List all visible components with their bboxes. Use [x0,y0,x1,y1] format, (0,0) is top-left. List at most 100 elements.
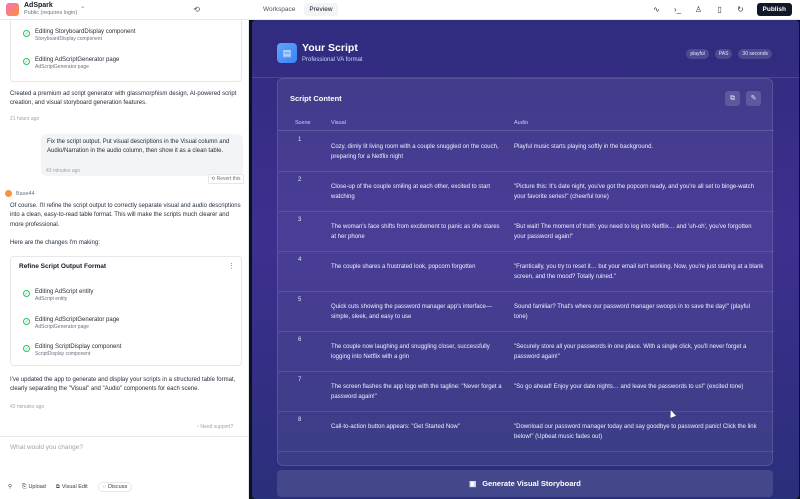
user-message-text: Fix the script output. Put visual descri… [47,139,230,155]
scene-number: 2 [298,177,302,183]
visual-cell: The screen flashes the app logo with the… [331,384,502,401]
script-content-heading: Script Content [290,94,342,103]
audio-cell: "Securely store all your passwords in on… [514,344,747,361]
visual-cell: Close-up of the couple smiling at each o… [331,184,491,201]
more-icon[interactable]: ⋮ [228,262,235,270]
app-switcher[interactable]: AdSpark Public (requires login) ⌄ ⟲ [0,2,248,16]
publish-button[interactable]: Publish [756,3,792,16]
column-header-visual: Visual [331,120,346,126]
audio-cell: "Download our password manager today and… [514,424,757,441]
upload-button[interactable]: ⎘ Upload [22,484,46,491]
app-visibility: Public (requires login) [24,10,78,17]
paperclip-icon: ⎘ [22,483,27,490]
tab-workspace[interactable]: Workspace [258,3,300,16]
visual-cell: The woman's face shifts from excitement … [331,224,500,241]
audio-cell: Sound familiar? That's where our passwor… [514,304,750,321]
table-row: 8 Call-to-action button appears: "Get Sta… [278,412,774,452]
audio-cell: "So go ahead! Enjoy your date nights… an… [514,384,744,390]
script-subtitle: Professional VA format [302,57,363,63]
app-name: AdSpark [24,2,53,10]
refine-title: Refine Script Output Format [19,263,107,270]
table-row: 4 The couple shares a frustrated look, po… [278,252,774,292]
audio-cell: Playful music starts playing softly in t… [514,144,654,150]
assistant-message: Of course. I'll refine the script output… [10,203,241,228]
top-bar: AdSpark Public (requires login) ⌄ ⟲ Work… [0,0,800,20]
script-content-box: Script Content ⧉ ✎ Scene Visual Audio 1 C… [277,78,774,466]
refine-card: Refine Script Output Format ⋮ ✓ Editing … [10,256,242,366]
top-actions: ∿ ›_ ♙ ▯ ↻ Publish [652,3,792,16]
timestamp: 21 hours ago [10,116,40,122]
script-card: ▤ Your Script Professional VA format pla… [252,20,799,499]
mobile-icon[interactable]: ▯ [715,5,725,14]
scene-number: 4 [298,257,302,263]
scene-number: 8 [298,417,302,423]
check-circle-icon: ✓ [23,58,30,65]
check-circle-icon: ✓ [23,345,30,352]
discuss-button[interactable]: ◌ Discuss [97,482,133,492]
scene-number: 6 [298,337,302,343]
visual-cell: Quick cuts showing the password manager … [331,304,492,321]
check-circle-icon: ✓ [23,290,30,297]
table-row: 1 Cozy, dimly lit living room with a coup… [278,132,774,172]
table-row: 5 Quick cuts showing the password manager… [278,292,774,332]
revert-button[interactable]: ⟲ Revert this [208,174,244,184]
support-link[interactable]: ◔ Need support? [196,424,233,430]
scene-number: 3 [298,217,302,223]
visual-edit-button[interactable]: ⧉ Visual Edit [56,484,88,491]
app-logo [6,2,19,16]
visual-cell: Call-to-action button appears: "Get Star… [331,424,460,430]
script-title: Your Script [302,42,358,54]
chat-panel: ✓ Editing StoryboardDisplay component St… [0,20,248,499]
edit-item: ✓ Editing AdScriptGenerator page AdScrip… [23,317,120,330]
assistant-message: Created a premium ad script generator wi… [10,91,237,107]
terminal-icon[interactable]: ›_ [673,5,683,14]
edit-item: ✓ Editing ScriptDisplay component Script… [23,344,122,357]
copy-icon[interactable]: ⧉ [725,91,740,106]
audio-cell: "But wait! The moment of truth: you need… [514,224,752,241]
timestamp: 43 minutes ago [46,168,81,174]
prompt-input[interactable]: What would you change? [10,444,83,451]
analytics-icon[interactable]: ∿ [652,5,662,14]
assistant-message: Here are the changes I'm making: [10,240,100,246]
edit-icon[interactable]: ✎ [746,91,761,106]
generate-storyboard-button[interactable]: ▣ Generate Visual Storyboard [277,470,773,497]
edit-item: ✓ Editing StoryboardDisplay component St… [23,29,136,42]
tab-preview[interactable]: Preview [304,3,338,16]
sender-name: Base44 [16,190,35,197]
timestamp: 42 minutes ago [10,404,45,410]
scene-number: 7 [298,377,302,383]
visual-cell: The couple shares a frustrated look, pop… [331,264,476,270]
scene-number: 1 [298,137,302,143]
refresh-icon[interactable]: ↻ [736,5,746,14]
chat-toolbar: ⚲ ⎘ Upload ⧉ Visual Edit ◌ Discuss [8,482,133,492]
column-header-scene: Scene [295,120,311,126]
visual-cell: Cozy, dimly lit living room with a coupl… [331,144,499,161]
audio-cell: "Frantically, you try to reset it… but y… [514,264,764,281]
view-tabs: Workspace Preview [258,3,338,16]
users-icon[interactable]: ♙ [694,5,704,14]
badge-group: playful PAS 30 seconds [686,49,772,59]
history-icon[interactable]: ⟲ [193,5,200,14]
chevron-down-icon[interactable]: ⌄ [80,3,85,10]
check-circle-icon: ✓ [23,30,30,37]
table-row: 7 The screen flashes the app logo with th… [278,372,774,412]
assistant-message: I've updated the app to generate and dis… [10,377,236,393]
pin-icon[interactable]: ⚲ [8,484,12,490]
script-header: ▤ Your Script Professional VA format pla… [252,20,799,78]
table-row: 3 The woman's face shifts from excitement… [278,212,774,252]
sliders-icon: ⧉ [55,483,60,490]
tone-badge: playful [686,49,709,59]
edit-card: ✓ Editing StoryboardDisplay component St… [10,20,242,82]
table-header: Scene Visual Audio [278,117,774,131]
image-icon: ▣ [469,479,477,488]
table-row: 2 Close-up of the couple smiling at each … [278,172,774,212]
edit-item: ✓ Editing AdScriptGenerator page AdScrip… [23,57,120,70]
table-row: 6 The couple now laughing and snuggling c… [278,332,774,372]
check-circle-icon: ✓ [23,318,30,325]
framework-badge: PAS [714,49,733,59]
edit-item: ✓ Editing AdScript entity AdScript entit… [23,289,94,302]
avatar [5,190,12,197]
divider [0,436,248,437]
duration-badge: 30 seconds [738,49,772,59]
chat-bubble-icon: ◌ [102,484,106,490]
